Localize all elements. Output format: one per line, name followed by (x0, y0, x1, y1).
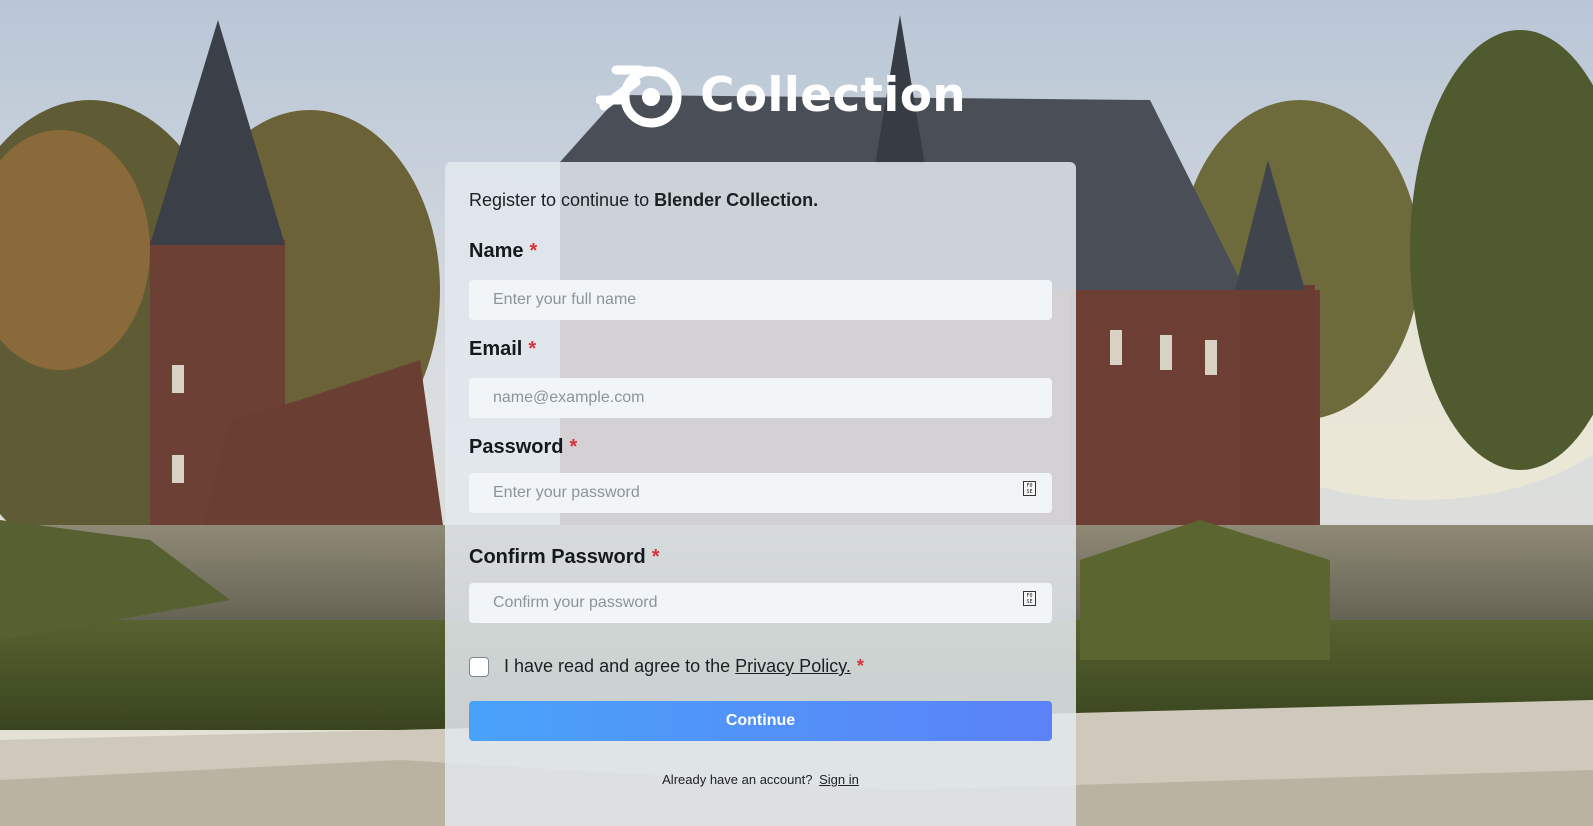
name-field-wrapper (469, 280, 1052, 320)
signin-prompt: Already have an account? Sign in (445, 772, 1076, 787)
password-input[interactable] (493, 484, 1028, 502)
privacy-agreement: I have read and agree to the Privacy Pol… (469, 656, 864, 677)
name-label-text: Name (469, 240, 524, 262)
agree-text: I have read and agree to the (504, 656, 731, 676)
signin-link[interactable]: Sign in (819, 772, 859, 787)
name-input[interactable] (493, 291, 1028, 309)
signin-prefix: Already have an account? (662, 772, 813, 787)
show-confirm-password-icon[interactable]: F0 SE (1023, 591, 1036, 606)
required-mark: * (529, 240, 538, 262)
intro-brand: Blender Collection. (654, 190, 819, 210)
password-label: Password * (469, 436, 577, 459)
site-logo[interactable]: Collection (596, 56, 966, 132)
confirm-password-label: Confirm Password * (469, 546, 660, 569)
required-mark: * (651, 546, 660, 568)
name-label: Name * (469, 240, 537, 263)
register-card: Register to continue to Blender Collecti… (445, 162, 1076, 826)
email-label-text: Email (469, 338, 523, 360)
privacy-policy-link[interactable]: Privacy Policy. (735, 656, 851, 677)
continue-button[interactable]: Continue (469, 701, 1052, 741)
confirm-password-input[interactable] (493, 594, 1028, 612)
required-mark: * (528, 338, 537, 360)
register-intro: Register to continue to Blender Collecti… (469, 190, 818, 211)
show-password-icon[interactable]: F0 SE (1023, 481, 1036, 496)
logo-text: Collection (700, 67, 967, 123)
blender-logo-icon (596, 65, 682, 128)
intro-prefix: Register to continue to (469, 190, 655, 210)
confirm-password-field-wrapper: F0 SE (469, 583, 1052, 623)
confirm-password-label-text: Confirm Password (469, 546, 646, 568)
email-label: Email * (469, 338, 536, 361)
email-input[interactable] (493, 389, 1028, 407)
password-field-wrapper: F0 SE (469, 473, 1052, 513)
privacy-checkbox[interactable] (469, 656, 489, 677)
password-label-text: Password (469, 436, 564, 458)
required-mark: * (856, 656, 864, 676)
email-field-wrapper (469, 378, 1052, 418)
required-mark: * (569, 436, 578, 458)
